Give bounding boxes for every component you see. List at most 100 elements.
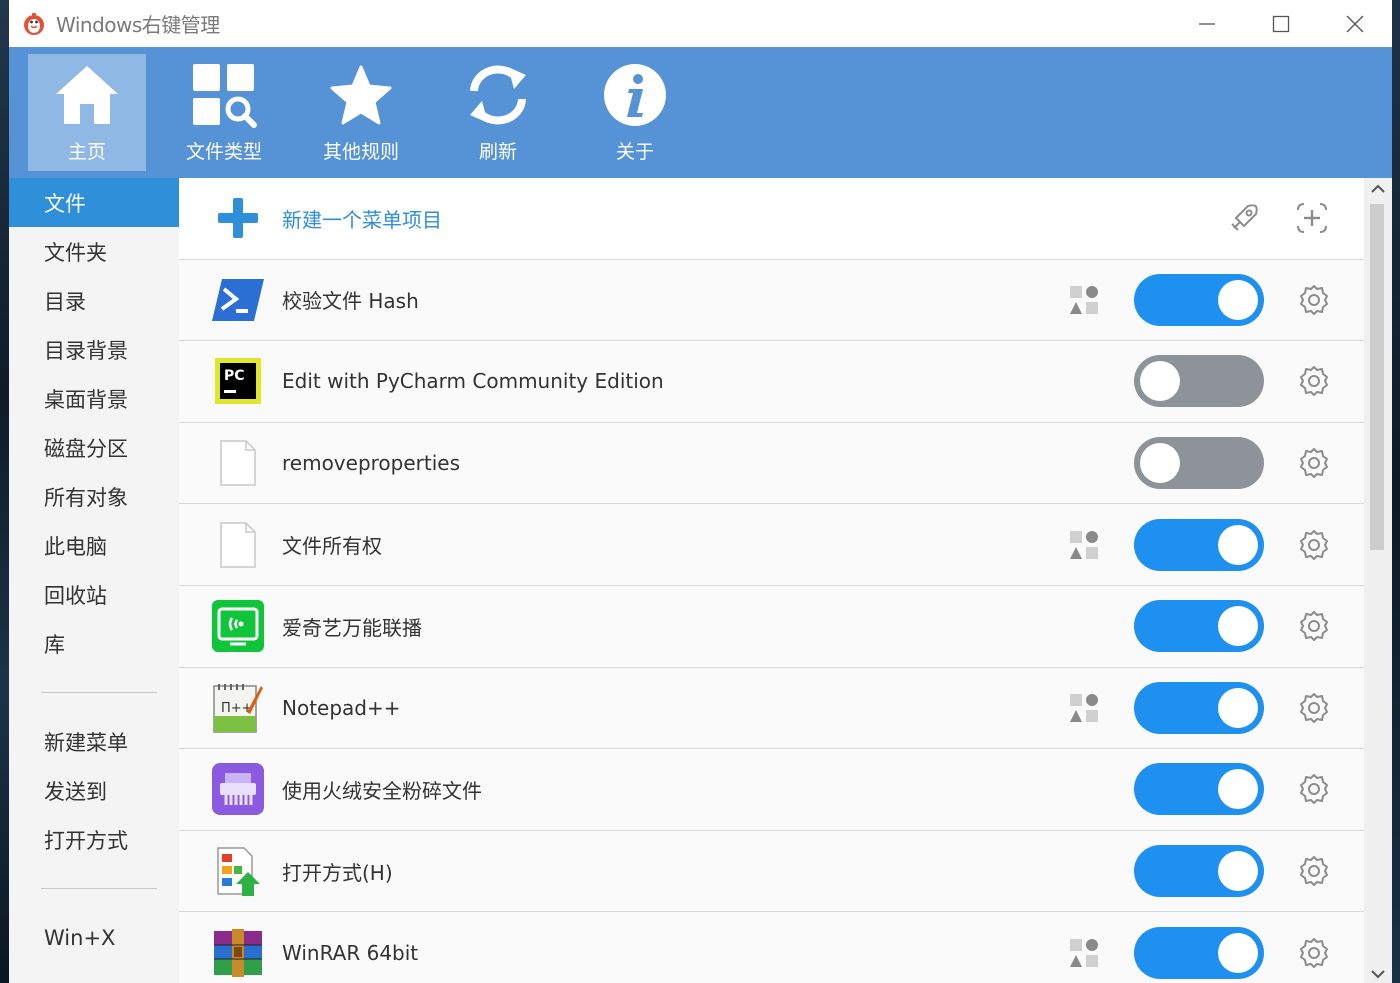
sidebar-item-desktop-background[interactable]: 桌面背景 [9,374,179,423]
list-item-label: Notepad++ [282,695,401,720]
list-item[interactable]: PC Edit with PyCharm Community Edition [179,341,1364,423]
enable-toggle[interactable] [1134,518,1264,571]
gear-icon[interactable] [1296,282,1332,318]
new-menu-item-label[interactable]: 新建一个菜单项目 [282,204,442,233]
list-item-label: removeproperties [282,451,461,476]
sidebar-item-open-with[interactable]: 打开方式 [9,815,179,864]
sidebar: 文件 文件夹 目录 目录背景 桌面背景 磁盘分区 所有对象 此电脑 回收站 库 … [9,178,179,983]
list-item[interactable]: WinRAR 64bit [179,912,1364,983]
gear-icon[interactable] [1296,853,1332,889]
powershell-icon [212,278,264,321]
new-menu-item-row[interactable]: 新建一个菜单项目 [179,178,1364,260]
gear-icon[interactable] [1296,445,1332,481]
shapes-group-icon[interactable] [1068,284,1100,316]
sidebar-item-folder[interactable]: 文件夹 [9,227,179,276]
sidebar-item-win-x[interactable]: Win+X [9,913,179,962]
enable-toggle[interactable] [1134,600,1264,653]
blank-file-icon [220,440,256,486]
sidebar-item-this-pc[interactable]: 此电脑 [9,521,179,570]
shapes-group-icon[interactable] [1068,937,1100,969]
gear-icon[interactable] [1296,363,1332,399]
tab-refresh-label: 刷新 [478,141,517,163]
scroll-up-icon[interactable] [1371,184,1385,194]
list-item[interactable]: 使用火绒安全粉碎文件 [179,749,1364,831]
list-item[interactable]: 文件所有权 [179,504,1364,586]
window-controls [1170,0,1392,47]
list-item[interactable]: 打开方式(H) [179,830,1364,913]
tab-about[interactable]: 关于 [576,54,694,171]
main-area: 文件 文件夹 目录 目录背景 桌面背景 磁盘分区 所有对象 此电脑 回收站 库 … [9,178,1392,983]
app-logo-icon [24,12,44,35]
enable-toggle[interactable] [1134,763,1264,816]
sidebar-item-recycle-bin[interactable]: 回收站 [9,570,179,619]
tab-file-types-label: 文件类型 [185,141,262,163]
scroll-thumb[interactable] [1370,204,1384,550]
tab-file-types[interactable]: 文件类型 [165,54,283,171]
close-button[interactable] [1318,0,1392,47]
maximize-button[interactable] [1244,0,1318,47]
app-window: Windows右键管理 主页 文件类型 其他规则 刷新 关于 文件 文件夹 目录… [9,0,1392,983]
maximize-icon [1272,15,1290,32]
close-icon [1346,15,1364,32]
list-item-label: 文件所有权 [282,534,382,559]
main-toolbar: 主页 文件类型 其他规则 刷新 关于 [9,47,1392,178]
huorong-shredder-icon [212,763,264,816]
blank-file-icon [220,521,256,568]
minimize-button[interactable] [1170,0,1244,47]
enable-toggle[interactable] [1134,681,1264,734]
sidebar-item-directory-background[interactable]: 目录背景 [9,325,179,374]
sidebar-item-library[interactable]: 库 [9,619,179,668]
home-icon [56,66,118,124]
tab-about-label: 关于 [615,141,654,163]
notepadpp-icon: Π++ [213,683,263,733]
sidebar-item-disk-partition[interactable]: 磁盘分区 [9,423,179,472]
list-item[interactable]: 爱奇艺万能联播 [179,585,1364,668]
gear-icon[interactable] [1296,771,1332,807]
shapes-group-icon[interactable] [1068,529,1100,561]
gear-icon[interactable] [1296,608,1332,644]
tab-other-rules-label: 其他规则 [322,141,399,163]
enable-toggle[interactable] [1134,926,1264,979]
sidebar-item-send-to[interactable]: 发送到 [9,766,179,815]
winrar-icon [214,928,262,977]
tab-other-rules[interactable]: 其他规则 [302,54,420,171]
minimize-icon [1199,22,1215,25]
tab-home[interactable]: 主页 [28,54,146,171]
gear-icon[interactable] [1296,527,1332,563]
shapes-group-icon[interactable] [1068,692,1100,724]
refresh-icon [470,65,526,125]
list-item-label: 爱奇艺万能联播 [282,615,422,640]
file-type-icon [193,64,257,128]
tab-refresh[interactable]: 刷新 [439,54,557,171]
tab-home-label: 主页 [67,141,106,163]
list-item[interactable]: Π++ Notepad++ [179,667,1364,750]
sidebar-item-directory[interactable]: 目录 [9,276,179,325]
enable-toggle[interactable] [1134,845,1264,898]
list-item[interactable]: 校验文件 Hash [179,259,1364,342]
scroll-down-icon[interactable] [1371,969,1385,979]
gear-icon[interactable] [1296,690,1332,726]
open-with-icon [217,847,260,897]
list-item[interactable]: removeproperties [179,422,1364,505]
list-item-label: Edit with PyCharm Community Edition [282,369,664,394]
svg-text:Π++: Π++ [221,701,253,716]
add-custom-icon[interactable] [1294,200,1330,236]
enable-toggle[interactable] [1134,437,1264,490]
desktop-edge-left [0,0,9,983]
title-bar[interactable]: Windows右键管理 [9,0,1392,47]
enable-toggle[interactable] [1134,355,1264,408]
window-title: Windows右键管理 [56,13,220,37]
svg-text:PC: PC [224,368,245,384]
vertical-scrollbar[interactable] [1364,178,1392,983]
sidebar-divider [41,692,157,693]
sidebar-item-file[interactable]: 文件 [9,178,179,227]
pycharm-icon: PC [215,358,261,405]
rocket-icon[interactable] [1226,200,1262,236]
sidebar-item-new-menu[interactable]: 新建菜单 [9,717,179,766]
list-item-label: 使用火绒安全粉碎文件 [282,778,482,803]
sidebar-item-all-objects[interactable]: 所有对象 [9,472,179,521]
iqiyi-cast-icon [212,600,264,653]
sidebar-divider [41,888,157,889]
gear-icon[interactable] [1296,935,1332,971]
enable-toggle[interactable] [1134,273,1264,326]
